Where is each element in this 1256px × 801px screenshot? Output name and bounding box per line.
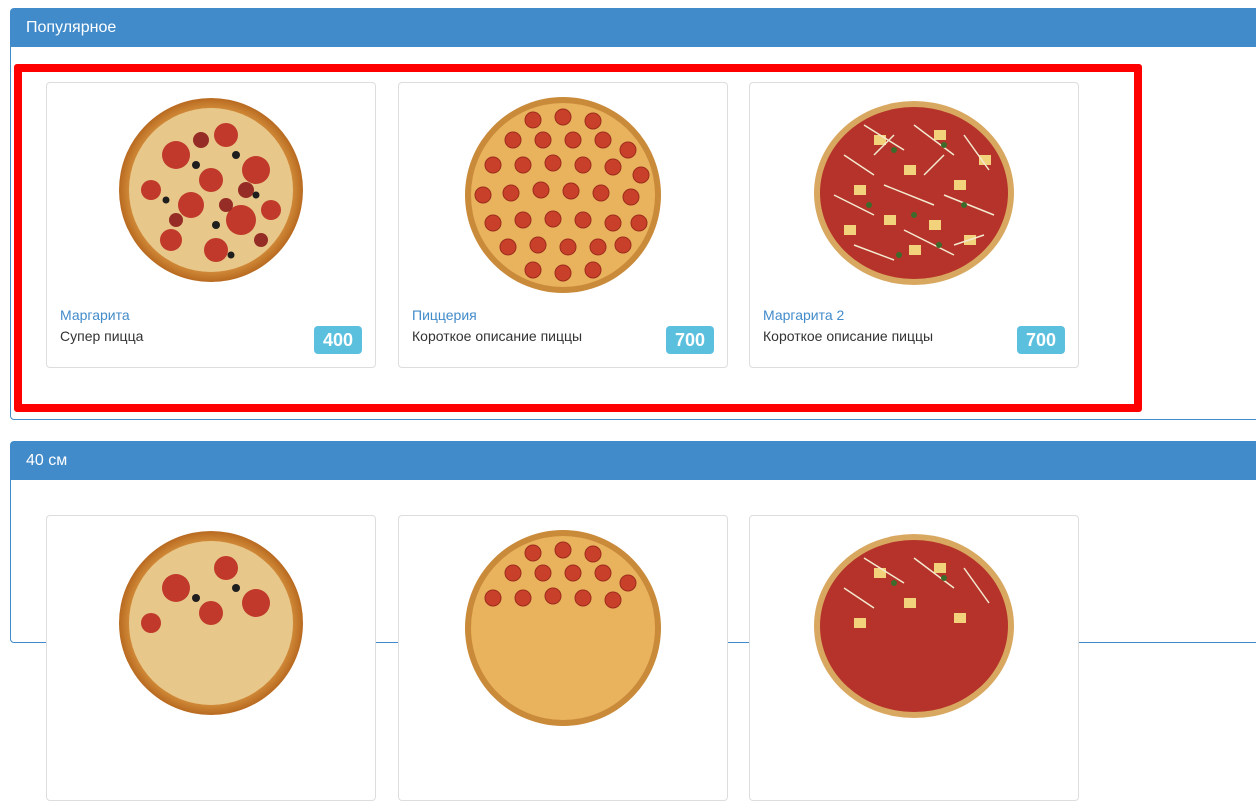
price-badge: 400 [313, 326, 362, 354]
margherita-pizza-image [119, 531, 303, 715]
product-card[interactable] [46, 515, 376, 801]
product-card[interactable] [398, 515, 728, 801]
product-description: Супер пицца [60, 328, 144, 344]
product-name-link[interactable]: Маргарита 2 [763, 307, 844, 323]
section-title: Популярное [11, 9, 1256, 47]
margherita-pizza-image [119, 98, 303, 282]
price-badge: 700 [1016, 326, 1065, 354]
product-name-link[interactable]: Маргарита [60, 307, 130, 323]
product-name-link[interactable]: Пиццерия [412, 307, 477, 323]
pepperoni-pizza-image [465, 530, 661, 726]
cheese-pineapple-pizza-image [814, 534, 1014, 718]
product-card-pizzeria[interactable]: Пиццерия Короткое описание пиццы 700 [398, 82, 728, 368]
product-description: Короткое описание пиццы [412, 328, 583, 344]
pepperoni-pizza-image [465, 97, 661, 293]
price-badge: 700 [665, 326, 714, 354]
product-card-margherita[interactable]: Маргарита Супер пицца 400 [46, 82, 376, 368]
product-card[interactable] [749, 515, 1079, 801]
section-title: 40 см [11, 442, 1256, 480]
product-card-margherita-2[interactable]: Маргарита 2 Короткое описание пиццы 700 [749, 82, 1079, 368]
cheese-pineapple-pizza-image [814, 101, 1014, 285]
product-description: Короткое описание пиццы [763, 328, 934, 344]
